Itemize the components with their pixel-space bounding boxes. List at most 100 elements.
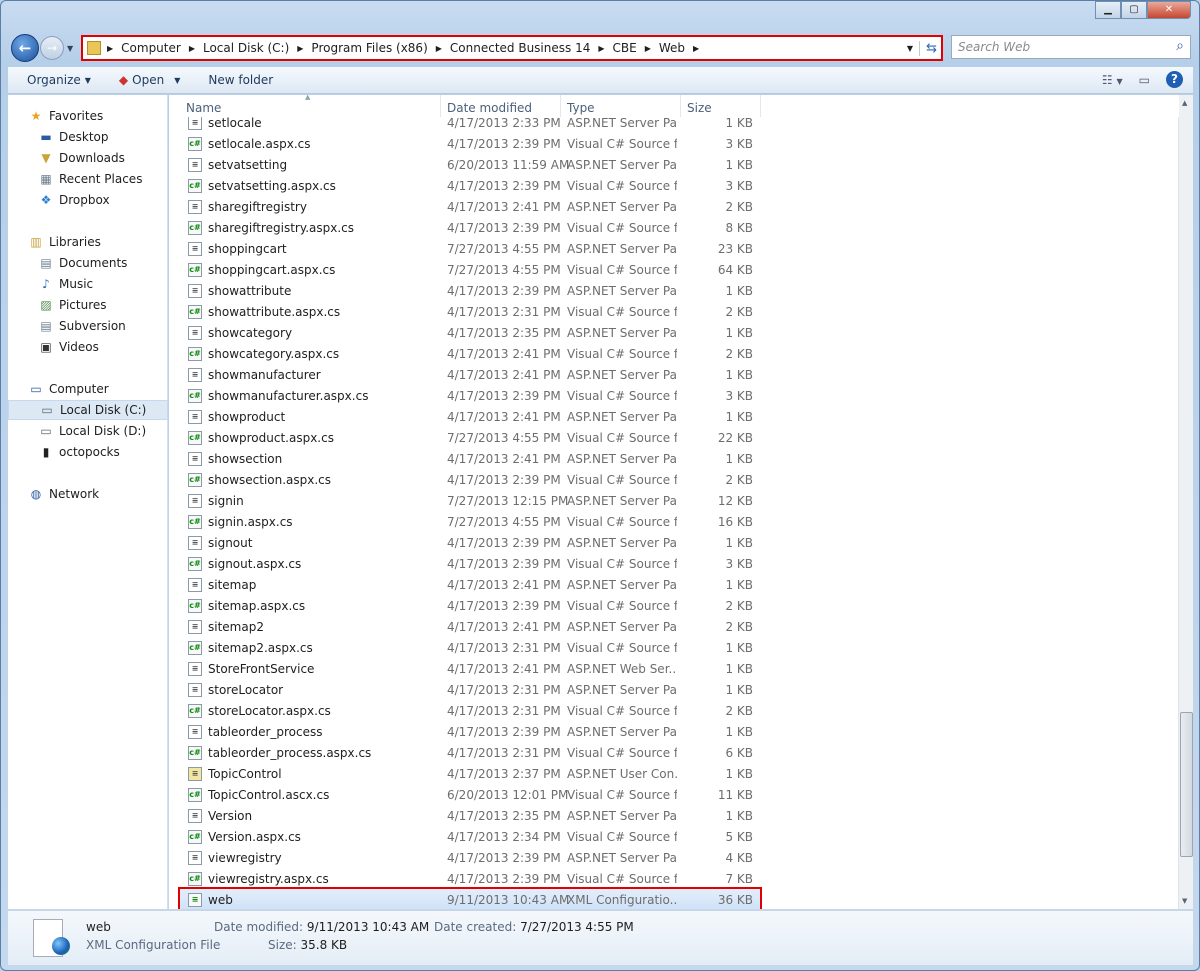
table-row[interactable]: c# sharegiftregistry.aspx.cs 4/17/2013 2:3…	[169, 217, 1179, 238]
column-type[interactable]: Type	[561, 95, 681, 117]
sidebar-item-documents[interactable]: ▤ Documents	[8, 253, 168, 273]
table-row[interactable]: c# setvatsetting.aspx.cs 4/17/2013 2:39 PM…	[169, 175, 1179, 196]
table-row[interactable]: c# showcategory.aspx.cs 4/17/2013 2:41 PM V…	[169, 343, 1179, 364]
chevron-right-icon[interactable]: ▶	[436, 44, 442, 53]
table-row-selected[interactable]: ≡ web 9/11/2013 10:43 AM XML Configuratio..…	[178, 887, 762, 909]
table-row[interactable]: c# signout.aspx.cs 4/17/2013 2:39 PM Visual…	[169, 553, 1179, 574]
preview-pane-icon[interactable]: ▭	[1139, 73, 1150, 87]
sidebar-label: Downloads	[59, 151, 125, 165]
minimize-button[interactable]: ▁	[1095, 1, 1121, 19]
sidebar-group-favorites[interactable]: ★ Favorites	[8, 106, 168, 126]
sidebar-item-desktop[interactable]: ▬ Desktop	[8, 127, 168, 147]
search-input[interactable]: Search Web ⌕	[951, 35, 1191, 59]
table-row[interactable]: c# storeLocator.aspx.cs 4/17/2013 2:31 PM V…	[169, 700, 1179, 721]
table-row[interactable]: ≡ signin 7/27/2013 12:15 PM ASP.NET Server …	[169, 490, 1179, 511]
close-button[interactable]: ✕	[1147, 1, 1191, 19]
aspx-file-icon: ≡	[188, 724, 202, 739]
sidebar-item-dropbox[interactable]: ❖ Dropbox	[8, 190, 168, 210]
view-options-icon[interactable]: ☷ ▼	[1102, 73, 1123, 87]
chevron-right-icon[interactable]: ▶	[693, 44, 699, 53]
sidebar-group-network[interactable]: ◍ Network	[8, 484, 168, 504]
breadcrumb-item[interactable]: ▶ Web	[645, 41, 685, 55]
breadcrumb-item[interactable]: ▶ Connected Business 14	[436, 41, 591, 55]
recent-pages-dropdown[interactable]: ▼	[67, 44, 73, 53]
column-date-modified[interactable]: Date modified	[441, 95, 561, 117]
breadcrumb-item[interactable]: ▶ Program Files (x86)	[297, 41, 427, 55]
scrollbar-thumb[interactable]	[1180, 712, 1193, 857]
table-row[interactable]: c# shoppingcart.aspx.cs 7/27/2013 4:55 PM V…	[169, 259, 1179, 280]
chevron-right-icon[interactable]: ▶	[645, 44, 651, 53]
table-row[interactable]: c# showsection.aspx.cs 4/17/2013 2:39 PM Vi…	[169, 469, 1179, 490]
sidebar-item-local-disk-d-[interactable]: ▭ Local Disk (D:)	[8, 421, 168, 441]
chevron-right-icon[interactable]: ▶	[107, 44, 113, 53]
table-row[interactable]: ≡ showcategory 4/17/2013 2:35 PM ASP.NET Se…	[169, 322, 1179, 343]
file-type: ASP.NET Server Pa...	[567, 367, 677, 382]
table-row[interactable]: c# sitemap2.aspx.cs 4/17/2013 2:31 PM Visua…	[169, 637, 1179, 658]
sidebar-group-libraries[interactable]: ▥ Libraries	[8, 232, 168, 252]
table-row[interactable]: c# signin.aspx.cs 7/27/2013 4:55 PM Visual …	[169, 511, 1179, 532]
table-row[interactable]: c# viewregistry.aspx.cs 4/17/2013 2:39 PM V…	[169, 868, 1179, 889]
table-row[interactable]: ≡ Version 4/17/2013 2:35 PM ASP.NET Server …	[169, 805, 1179, 826]
table-row[interactable]: c# showmanufacturer.aspx.cs 4/17/2013 2:39…	[169, 385, 1179, 406]
table-row[interactable]: ≡ tableorder_process 4/17/2013 2:39 PM ASP.…	[169, 721, 1179, 742]
table-row[interactable]: ≡ sitemap 4/17/2013 2:41 PM ASP.NET Server …	[169, 574, 1179, 595]
table-row[interactable]: ≡ sitemap2 4/17/2013 2:41 PM ASP.NET Server…	[169, 616, 1179, 637]
sidebar-item-videos[interactable]: ▣ Videos	[8, 337, 168, 357]
table-row[interactable]: ≡ storeLocator 4/17/2013 2:31 PM ASP.NET Se…	[169, 679, 1179, 700]
table-row[interactable]: c# TopicControl.ascx.cs 6/20/2013 12:01 PM…	[169, 784, 1179, 805]
help-icon[interactable]: ?	[1166, 71, 1183, 88]
sidebar-item-pictures[interactable]: ▨ Pictures	[8, 295, 168, 315]
table-row[interactable]: ≡ viewregistry 4/17/2013 2:39 PM ASP.NET Se…	[169, 847, 1179, 868]
back-button[interactable]: ←	[11, 34, 39, 62]
table-row[interactable]: c# Version.aspx.cs 4/17/2013 2:34 PM Visual…	[169, 826, 1179, 847]
forward-button[interactable]: →	[40, 36, 64, 60]
refresh-icon[interactable]: ⇆	[919, 40, 937, 56]
table-row[interactable]: ≡ sharegiftregistry 4/17/2013 2:41 PM ASP.N…	[169, 196, 1179, 217]
table-row[interactable]: ≡ shoppingcart 7/27/2013 4:55 PM ASP.NET Se…	[169, 238, 1179, 259]
organize-button[interactable]: Organize ▼	[27, 73, 91, 87]
address-bar[interactable]: ▶ Computer ▶ Local Disk (C:) ▶ Program Files …	[81, 35, 943, 61]
chevron-right-icon[interactable]: ▶	[598, 44, 604, 53]
sidebar-item-subversion[interactable]: ▤ Subversion	[8, 316, 168, 336]
open-button[interactable]: ◆ Open ▼	[119, 73, 180, 87]
scroll-up-icon[interactable]: ▲	[1182, 99, 1187, 107]
organize-label: Organize	[27, 73, 81, 87]
table-row[interactable]: c# showattribute.aspx.cs 4/17/2013 2:31 PM…	[169, 301, 1179, 322]
table-row[interactable]: ≡ showproduct 4/17/2013 2:41 PM ASP.NET Ser…	[169, 406, 1179, 427]
aspx-file-icon: ≡	[188, 367, 202, 382]
file-date: 4/17/2013 2:31 PM	[447, 640, 561, 655]
new-folder-button[interactable]: New folder	[208, 73, 273, 87]
sidebar-item-recent-places[interactable]: ▦ Recent Places	[8, 169, 168, 189]
address-dropdown[interactable]: ▼	[907, 44, 913, 53]
sidebar-item-downloads[interactable]: ▼ Downloads	[8, 148, 168, 168]
breadcrumb-item[interactable]: ▶ Computer	[107, 41, 181, 55]
file-type: ASP.NET Server Pa...	[567, 850, 677, 865]
csharp-file-icon: c#	[188, 703, 202, 718]
table-row[interactable]: ≡ setvatsetting 6/20/2013 11:59 AM ASP.NET …	[169, 154, 1179, 175]
chevron-right-icon[interactable]: ▶	[297, 44, 303, 53]
table-row[interactable]: c# tableorder_process.aspx.cs 4/17/2013 2:…	[169, 742, 1179, 763]
file-size: 2 KB	[725, 346, 753, 361]
sidebar-item-octopocks[interactable]: ▮ octopocks	[8, 442, 168, 462]
table-row[interactable]: ≡ showmanufacturer 4/17/2013 2:41 PM ASP.NE…	[169, 364, 1179, 385]
file-size: 3 KB	[725, 178, 753, 193]
sidebar-group-computer[interactable]: ▭ Computer	[8, 379, 168, 399]
scroll-down-icon[interactable]: ▼	[1182, 897, 1187, 905]
table-row[interactable]: ≡ showattribute 4/17/2013 2:39 PM ASP.NET S…	[169, 280, 1179, 301]
vertical-scrollbar[interactable]: ▲ ▼	[1178, 95, 1193, 909]
table-row[interactable]: ≡ showsection 4/17/2013 2:41 PM ASP.NET Ser…	[169, 448, 1179, 469]
chevron-right-icon[interactable]: ▶	[189, 44, 195, 53]
breadcrumb-item[interactable]: ▶ Local Disk (C:)	[189, 41, 289, 55]
maximize-button[interactable]: ▢	[1121, 1, 1147, 19]
search-icon[interactable]: ⌕	[1176, 38, 1184, 54]
table-row[interactable]: ≡ signout 4/17/2013 2:39 PM ASP.NET Server …	[169, 532, 1179, 553]
table-row[interactable]: ≡ StoreFrontService 4/17/2013 2:41 PM ASP.N…	[169, 658, 1179, 679]
table-row[interactable]: c# showproduct.aspx.cs 7/27/2013 4:55 PM Vi…	[169, 427, 1179, 448]
table-row[interactable]: c# sitemap.aspx.cs 4/17/2013 2:39 PM Visual…	[169, 595, 1179, 616]
table-row[interactable]: ≡ TopicControl 4/17/2013 2:37 PM ASP.NET Us…	[169, 763, 1179, 784]
sidebar-item-local-disk-c-[interactable]: ▭ Local Disk (C:)	[8, 400, 168, 420]
breadcrumb-item[interactable]: ▶ CBE	[598, 41, 636, 55]
column-size[interactable]: Size	[681, 95, 761, 117]
table-row[interactable]: c# setlocale.aspx.cs 4/17/2013 2:39 PM Visu…	[169, 133, 1179, 154]
sidebar-item-music[interactable]: ♪ Music	[8, 274, 168, 294]
